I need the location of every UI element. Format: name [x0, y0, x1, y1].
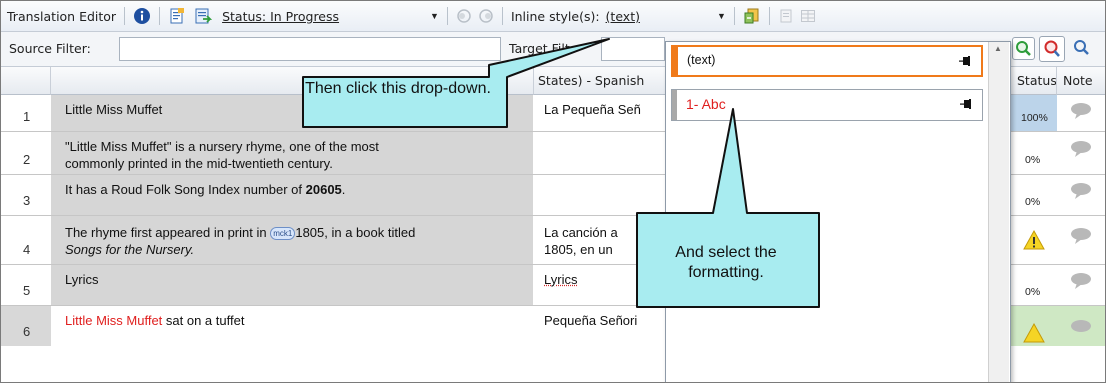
source-cell[interactable]: Lyrics [51, 265, 534, 305]
note-icon[interactable] [1057, 175, 1105, 215]
source-cell[interactable]: Little Miss Muffet sat on a tuffet [51, 306, 534, 346]
status-cell: 0% [1025, 196, 1041, 208]
note-icon[interactable] [1057, 265, 1105, 305]
status-dropdown-arrow-icon[interactable]: ▼ [430, 11, 439, 21]
preview-icon[interactable] [778, 8, 794, 24]
inline-style-dropdown-arrow-icon[interactable]: ▼ [717, 11, 726, 21]
scroll-up-icon[interactable]: ▲ [994, 44, 1002, 53]
callout-pointer-bottom [636, 108, 820, 308]
note-icon[interactable] [1057, 132, 1105, 174]
toolbar: Translation Editor Status: In Progress ▼… [1, 1, 1105, 32]
warning-icon [1011, 216, 1057, 264]
separator [768, 7, 770, 25]
grid-icon[interactable] [800, 8, 816, 24]
status-column-header[interactable]: Status [1011, 67, 1057, 95]
row-number: 2 [23, 152, 31, 167]
pin-icon[interactable] [960, 99, 972, 109]
source-cell[interactable]: "Little Miss Muffet" is a nursery rhyme,… [51, 132, 534, 174]
status-cell: 0% [1025, 286, 1041, 298]
source-cell[interactable]: The rhyme first appeared in print in mck… [51, 216, 534, 264]
segment-left-icon[interactable] [456, 8, 472, 24]
find-icon[interactable] [1012, 37, 1035, 60]
export-icon[interactable] [194, 7, 213, 25]
status-cell: 100% [1011, 95, 1057, 131]
segment-right-icon[interactable] [478, 8, 494, 24]
inline-style-label: Inline style(s): [510, 8, 600, 24]
inline-style-value[interactable]: (text) [606, 9, 640, 24]
note-icon[interactable] [1057, 216, 1105, 264]
row-number: 1 [23, 109, 31, 124]
dropdown-scrollbar[interactable]: ▲ [988, 42, 1009, 382]
inline-tag: mck1 [270, 227, 296, 240]
warning-icon [1011, 306, 1057, 346]
row-number: 3 [23, 193, 31, 208]
insert-style-icon[interactable] [743, 7, 761, 25]
separator [501, 7, 503, 25]
note-icon[interactable] [1057, 306, 1105, 346]
row-number: 5 [23, 283, 31, 298]
separator [733, 7, 735, 25]
row-number: 4 [23, 242, 31, 257]
status-cell: 0% [1025, 154, 1041, 166]
separator [124, 7, 126, 25]
source-filter-label: Source Filter: [9, 41, 91, 56]
translation-editor-window: Translation Editor Status: In Progress ▼… [0, 0, 1106, 383]
source-cell[interactable]: It has a Roud Folk Song Index number of … [51, 175, 534, 215]
notes-column-header[interactable]: Note [1057, 67, 1105, 95]
separator [159, 7, 161, 25]
pin-icon[interactable] [959, 56, 971, 66]
editor-title: Translation Editor [7, 8, 117, 24]
find-replace-icon[interactable] [1039, 36, 1065, 62]
open-document-icon[interactable] [168, 7, 186, 25]
separator [446, 7, 448, 25]
search-icon[interactable] [1071, 37, 1094, 60]
info-icon[interactable] [133, 7, 151, 25]
row-number-header [1, 67, 51, 95]
callout-text-click-dropdown: Then click this drop-down. [305, 80, 491, 97]
dropdown-item-text[interactable]: (text) [671, 45, 983, 77]
callout-text-select-formatting: And select the formatting. [675, 244, 777, 281]
row-number: 6 [1, 306, 51, 346]
status-link[interactable]: Status: In Progress [222, 9, 339, 24]
note-icon[interactable] [1057, 95, 1105, 131]
